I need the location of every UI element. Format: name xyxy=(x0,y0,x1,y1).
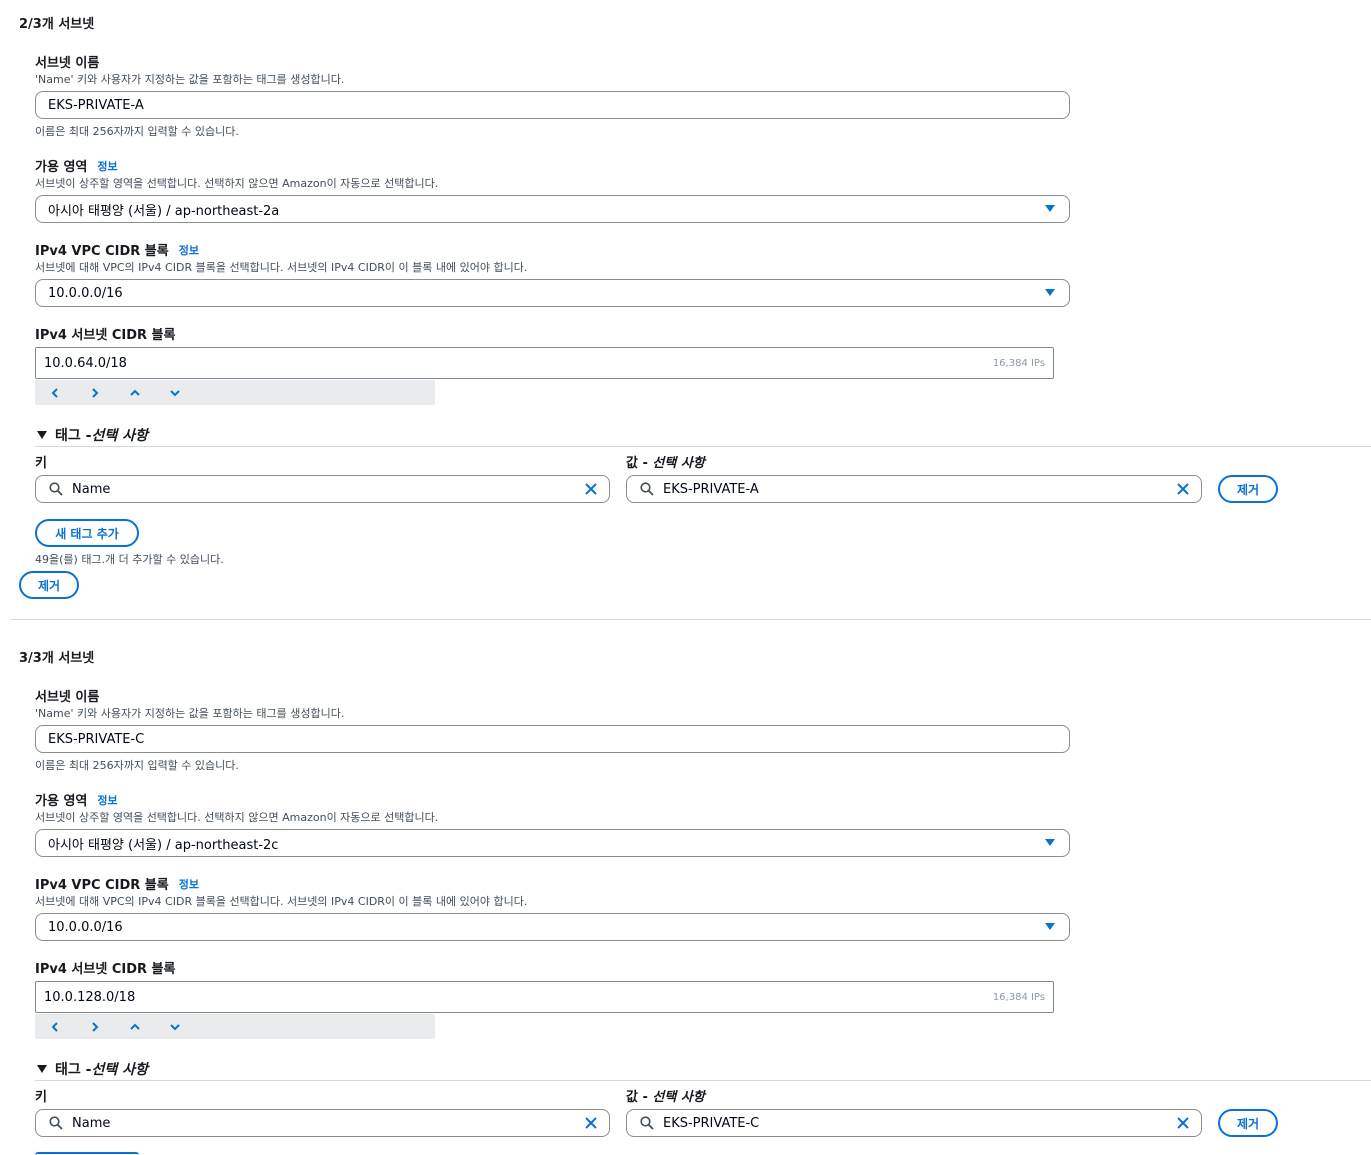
subnet-cidr-label: IPv4 서브넷 CIDR 블록 xyxy=(35,962,176,977)
subnet-name-input[interactable]: EKS-PRIVATE-A xyxy=(35,91,1070,119)
subnet-name-description: 'Name' 키와 사용자가 지정하는 값을 포함하는 태그를 생성합니다. xyxy=(35,707,345,720)
az-label: 가용 영역 xyxy=(35,160,88,175)
subnet-cidr-label: IPv4 서브넷 CIDR 블록 xyxy=(35,328,176,343)
caret-down-icon xyxy=(37,431,47,439)
caret-down-icon xyxy=(1045,923,1055,930)
caret-down-icon xyxy=(37,1065,47,1073)
subnet-cidr-value: 10.0.128.0/18 xyxy=(44,989,136,1005)
az-label-row: 가용 영역 정보 xyxy=(35,790,118,810)
tag-key-input[interactable]: Name xyxy=(35,475,610,503)
tags-toggle-label: 태그 - xyxy=(55,428,92,444)
vpc-cidr-selected-value: 10.0.0.0/16 xyxy=(48,919,123,935)
tag-value-value: EKS-PRIVATE-C xyxy=(663,1115,760,1131)
chevron-up-icon[interactable] xyxy=(115,381,155,405)
tags-toggle-label: 태그 - xyxy=(55,1062,92,1078)
tag-key-column-label: 키 xyxy=(35,456,47,471)
clear-icon[interactable] xyxy=(1176,482,1190,496)
add-tag-button[interactable]: 새 태그 추가 xyxy=(35,519,139,547)
tag-value-label-main: 값 - xyxy=(626,1090,653,1105)
vpc-cidr-description: 서브넷에 대해 VPC의 IPv4 CIDR 블록을 선택합니다. 서브넷의 I… xyxy=(35,261,528,274)
vpc-cidr-select[interactable]: 10.0.0.0/16 xyxy=(35,913,1070,941)
tag-key-value: Name xyxy=(72,481,111,497)
remove-tag-button[interactable]: 제거 xyxy=(1218,475,1278,503)
chevron-right-icon[interactable] xyxy=(75,1015,115,1039)
az-select[interactable]: 아시아 태평양 (서울) / ap-northeast-2c xyxy=(35,829,1070,857)
vpc-cidr-description: 서브넷에 대해 VPC의 IPv4 CIDR 블록을 선택합니다. 서브넷의 I… xyxy=(35,895,528,908)
tag-value-column-label: 값 - 선택 사항 xyxy=(626,452,705,471)
chevron-down-icon[interactable] xyxy=(155,381,195,405)
ip-count: 16,384 IPs xyxy=(992,357,1045,369)
tag-value-value: EKS-PRIVATE-A xyxy=(663,481,759,497)
remaining-tags-text: 49을(를) 태그.개 더 추가할 수 있습니다. xyxy=(35,553,224,566)
caret-down-icon xyxy=(1045,839,1055,846)
section-divider xyxy=(11,619,1371,620)
az-selected-value: 아시아 태평양 (서울) / ap-northeast-2a xyxy=(48,203,280,219)
tag-value-input[interactable]: EKS-PRIVATE-A xyxy=(626,475,1202,503)
search-icon xyxy=(640,1116,654,1130)
cidr-stepper xyxy=(35,1014,435,1039)
tags-toggle[interactable]: 태그 - 선택 사항 xyxy=(37,425,148,445)
clear-icon[interactable] xyxy=(584,1116,598,1130)
az-info-link[interactable]: 정보 xyxy=(97,158,117,174)
vpc-cidr-label: IPv4 VPC CIDR 블록 xyxy=(35,244,169,259)
vpc-cidr-label-row: IPv4 VPC CIDR 블록 정보 xyxy=(35,240,199,260)
search-icon xyxy=(49,482,63,496)
az-description: 서브넷이 상주할 영역을 선택합니다. 선택하지 않으면 Amazon이 자동으… xyxy=(35,177,439,190)
subnet-cidr-value: 10.0.64.0/18 xyxy=(44,355,127,371)
vpc-cidr-label: IPv4 VPC CIDR 블록 xyxy=(35,878,169,893)
vpc-cidr-select[interactable]: 10.0.0.0/16 xyxy=(35,279,1070,307)
subnet-name-label: 서브넷 이름 xyxy=(35,56,100,71)
tag-value-label-optional: 선택 사항 xyxy=(652,456,705,471)
search-icon xyxy=(49,1116,63,1130)
subnet-heading: 3/3개 서브넷 xyxy=(19,651,95,666)
divider xyxy=(35,446,1371,447)
tag-key-value: Name xyxy=(72,1115,111,1131)
tags-toggle-optional: 선택 사항 xyxy=(91,1062,148,1078)
caret-down-icon xyxy=(1045,289,1055,296)
subnet-name-hint: 이름은 최대 256자까지 입력할 수 있습니다. xyxy=(35,759,239,772)
clear-icon[interactable] xyxy=(584,482,598,496)
caret-down-icon xyxy=(1045,205,1055,212)
subnet-name-hint: 이름은 최대 256자까지 입력할 수 있습니다. xyxy=(35,125,239,138)
search-icon xyxy=(640,482,654,496)
subnet-heading: 2/3개 서브넷 xyxy=(19,17,95,32)
az-info-link[interactable]: 정보 xyxy=(97,792,117,808)
tag-value-label-optional: 선택 사항 xyxy=(652,1090,705,1105)
ip-count: 16,384 IPs xyxy=(992,991,1045,1003)
tags-toggle-optional: 선택 사항 xyxy=(91,428,148,444)
subnet-name-description: 'Name' 키와 사용자가 지정하는 값을 포함하는 태그를 생성합니다. xyxy=(35,73,345,86)
chevron-up-icon[interactable] xyxy=(115,1015,155,1039)
az-label: 가용 영역 xyxy=(35,794,88,809)
az-label-row: 가용 영역 정보 xyxy=(35,156,118,176)
subnet-name-value: EKS-PRIVATE-C xyxy=(48,731,145,747)
subnet-name-label: 서브넷 이름 xyxy=(35,690,100,705)
subnet-cidr-input[interactable]: 10.0.64.0/18 16,384 IPs xyxy=(35,347,1054,379)
tags-toggle[interactable]: 태그 - 선택 사항 xyxy=(37,1059,148,1079)
vpc-cidr-info-link[interactable]: 정보 xyxy=(179,876,199,892)
subnet-name-input[interactable]: EKS-PRIVATE-C xyxy=(35,725,1070,753)
subnet-cidr-input[interactable]: 10.0.128.0/18 16,384 IPs xyxy=(35,981,1054,1013)
remove-subnet-button[interactable]: 제거 xyxy=(19,571,79,599)
chevron-down-icon[interactable] xyxy=(155,1015,195,1039)
chevron-left-icon[interactable] xyxy=(35,1015,75,1039)
tag-value-input[interactable]: EKS-PRIVATE-C xyxy=(626,1109,1202,1137)
tag-key-input[interactable]: Name xyxy=(35,1109,610,1137)
vpc-cidr-info-link[interactable]: 정보 xyxy=(179,242,199,258)
az-selected-value: 아시아 태평양 (서울) / ap-northeast-2c xyxy=(48,837,279,853)
tag-key-column-label: 키 xyxy=(35,1090,47,1105)
chevron-right-icon[interactable] xyxy=(75,381,115,405)
clear-icon[interactable] xyxy=(1176,1116,1190,1130)
cidr-stepper xyxy=(35,380,435,405)
remove-tag-button[interactable]: 제거 xyxy=(1218,1109,1278,1137)
tag-value-label-main: 값 - xyxy=(626,456,653,471)
az-description: 서브넷이 상주할 영역을 선택합니다. 선택하지 않으면 Amazon이 자동으… xyxy=(35,811,439,824)
divider xyxy=(35,1080,1371,1081)
tag-value-column-label: 값 - 선택 사항 xyxy=(626,1086,705,1105)
az-select[interactable]: 아시아 태평양 (서울) / ap-northeast-2a xyxy=(35,195,1070,223)
chevron-left-icon[interactable] xyxy=(35,381,75,405)
subnet-name-value: EKS-PRIVATE-A xyxy=(48,97,144,113)
vpc-cidr-label-row: IPv4 VPC CIDR 블록 정보 xyxy=(35,874,199,894)
vpc-cidr-selected-value: 10.0.0.0/16 xyxy=(48,285,123,301)
